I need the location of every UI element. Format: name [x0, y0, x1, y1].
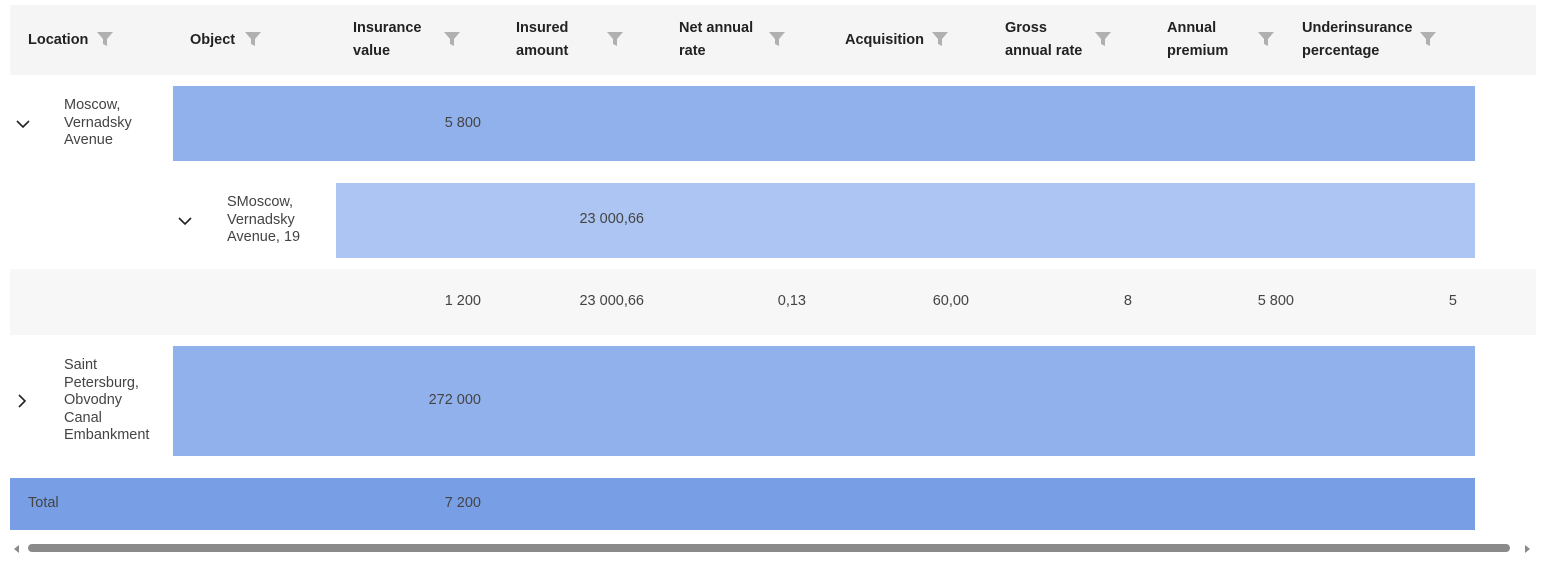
insured-amount-cell: 23 000,66 [579, 211, 644, 227]
column-header-annual-premium[interactable]: Annual premium [1167, 5, 1228, 75]
column-label: Insurance value [353, 20, 422, 59]
subgroup-band [336, 183, 1475, 258]
chevron-right-icon[interactable] [14, 393, 30, 409]
filter-icon[interactable] [443, 30, 461, 48]
column-header-location[interactable]: Location [28, 5, 88, 75]
filter-icon[interactable] [931, 30, 949, 48]
chevron-down-icon[interactable] [15, 116, 31, 132]
grid-header: Location Object Insurance value Insured … [10, 5, 1536, 75]
filter-icon[interactable] [606, 30, 624, 48]
column-header-underinsurance-percentage[interactable]: Underinsurance percentage [1302, 5, 1412, 75]
scroll-right-icon[interactable] [1522, 544, 1532, 554]
column-header-gross-annual-rate[interactable]: Gross annual rate [1005, 5, 1082, 75]
column-header-net-annual-rate[interactable]: Net annual rate [679, 5, 753, 75]
annual-premium-cell: 5 800 [1257, 293, 1294, 309]
insured-amount-cell: 23 000,66 [579, 293, 644, 309]
filter-icon[interactable] [1094, 30, 1112, 48]
group-row-moscow: Moscow, Vernadsky Avenue 5 800 [10, 86, 1536, 161]
insurance-value-cell: 1 200 [444, 293, 481, 309]
total-row: Total 7 200 [10, 478, 1536, 530]
location-label: Saint Petersburg, Obvodny Canal Embankme… [64, 357, 150, 443]
acquisition-cell: 60,00 [932, 293, 969, 309]
insurance-value-cell: 5 800 [444, 115, 481, 131]
column-label: Net annual rate [679, 20, 754, 59]
location-label: Moscow, Vernadsky Avenue [64, 97, 132, 148]
column-header-acquisition[interactable]: Acquisition [845, 5, 924, 75]
total-band [10, 478, 1475, 530]
chevron-down-icon[interactable] [177, 213, 193, 229]
underinsurance-percentage-cell: 5 [1448, 293, 1457, 309]
total-label: Total [28, 495, 59, 511]
object-label: SMoscow, Vernadsky Avenue, 19 [227, 194, 301, 245]
net-annual-rate-cell: 0,13 [777, 293, 806, 309]
scrollbar-thumb[interactable] [28, 544, 1510, 552]
column-header-insurance-value[interactable]: Insurance value [353, 5, 422, 75]
scroll-left-icon[interactable] [12, 544, 22, 554]
insurance-value-cell: 7 200 [444, 495, 481, 511]
column-header-insured-amount[interactable]: Insured amount [516, 5, 568, 75]
insurance-value-cell: 272 000 [428, 392, 481, 408]
filter-icon[interactable] [1419, 30, 1437, 48]
group-row-saint-petersburg: Saint Petersburg, Obvodny Canal Embankme… [10, 346, 1536, 456]
gross-annual-rate-cell: 8 [1123, 293, 1132, 309]
filter-icon[interactable] [96, 30, 114, 48]
column-header-object[interactable]: Object [190, 5, 235, 75]
detail-row: 1 200 23 000,66 0,13 60,00 8 5 800 5 [10, 269, 1536, 335]
column-label: Location [28, 31, 89, 48]
column-label: Object [190, 31, 236, 48]
column-label: Insured amount [516, 20, 569, 59]
column-label: Underinsurance percentage [1302, 20, 1413, 59]
column-label: Annual premium [1167, 20, 1229, 59]
filter-icon[interactable] [768, 30, 786, 48]
subgroup-row-vernadsky-19: SMoscow, Vernadsky Avenue, 19 23 000,66 [10, 183, 1536, 258]
horizontal-scrollbar[interactable] [10, 540, 1536, 558]
column-label: Gross annual rate [1005, 20, 1083, 59]
column-label: Acquisition [845, 31, 924, 48]
filter-icon[interactable] [244, 30, 262, 48]
filter-icon[interactable] [1257, 30, 1275, 48]
